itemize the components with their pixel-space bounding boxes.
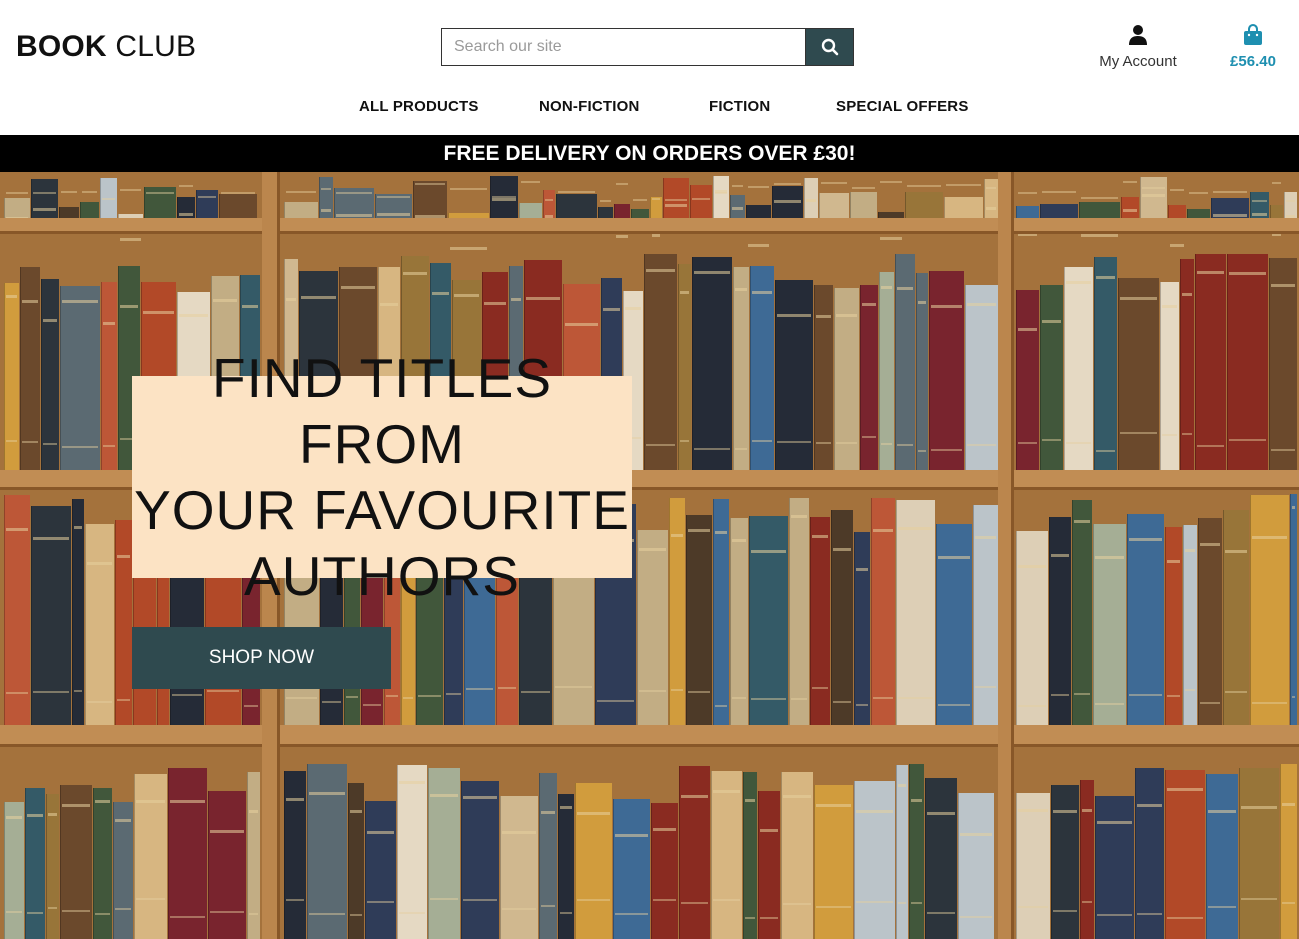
- hero-headline-box: FIND TITLES FROM YOUR FAVOURITE AUTHORS: [132, 347, 632, 607]
- delivery-banner: FREE DELIVERY ON ORDERS OVER £30!: [0, 135, 1299, 172]
- search-form: [441, 28, 854, 66]
- my-account-link[interactable]: My Account: [1088, 24, 1188, 70]
- nav-all-products[interactable]: ALL PRODUCTS: [359, 98, 479, 115]
- logo-rest-text: CLUB: [106, 30, 197, 63]
- logo-bold-text: BOOK: [16, 30, 107, 63]
- site-header: BOOK CLUB My Account £56.40 ALL PRODUCTS…: [0, 0, 1299, 135]
- headline-line: YOUR FAVOURITE: [134, 479, 630, 541]
- user-icon: [1129, 25, 1147, 45]
- search-input[interactable]: [441, 28, 805, 66]
- nav-special-offers[interactable]: SPECIAL OFFERS: [836, 98, 969, 115]
- nav-non-fiction[interactable]: NON-FICTION: [539, 98, 640, 115]
- shopping-bag-icon: [1244, 23, 1262, 45]
- headline-line: FIND TITLES FROM: [211, 347, 553, 475]
- headline-line: AUTHORS: [244, 545, 520, 607]
- cart-link[interactable]: £56.40: [1218, 23, 1288, 70]
- site-logo[interactable]: BOOK CLUB: [16, 30, 196, 64]
- account-label: My Account: [1099, 53, 1177, 70]
- shop-now-button[interactable]: SHOP NOW: [132, 627, 391, 689]
- hero-section: FIND TITLES FROM YOUR FAVOURITE AUTHORS …: [0, 172, 1299, 939]
- main-nav: ALL PRODUCTS NON-FICTION FICTION SPECIAL…: [0, 92, 1299, 124]
- delivery-banner-text: FREE DELIVERY ON ORDERS OVER £30!: [443, 142, 856, 165]
- cart-total: £56.40: [1230, 53, 1276, 70]
- hero-headline: FIND TITLES FROM YOUR FAVOURITE AUTHORS: [132, 345, 632, 609]
- search-icon: [821, 38, 838, 56]
- nav-fiction[interactable]: FICTION: [709, 98, 770, 115]
- search-button[interactable]: [805, 28, 854, 66]
